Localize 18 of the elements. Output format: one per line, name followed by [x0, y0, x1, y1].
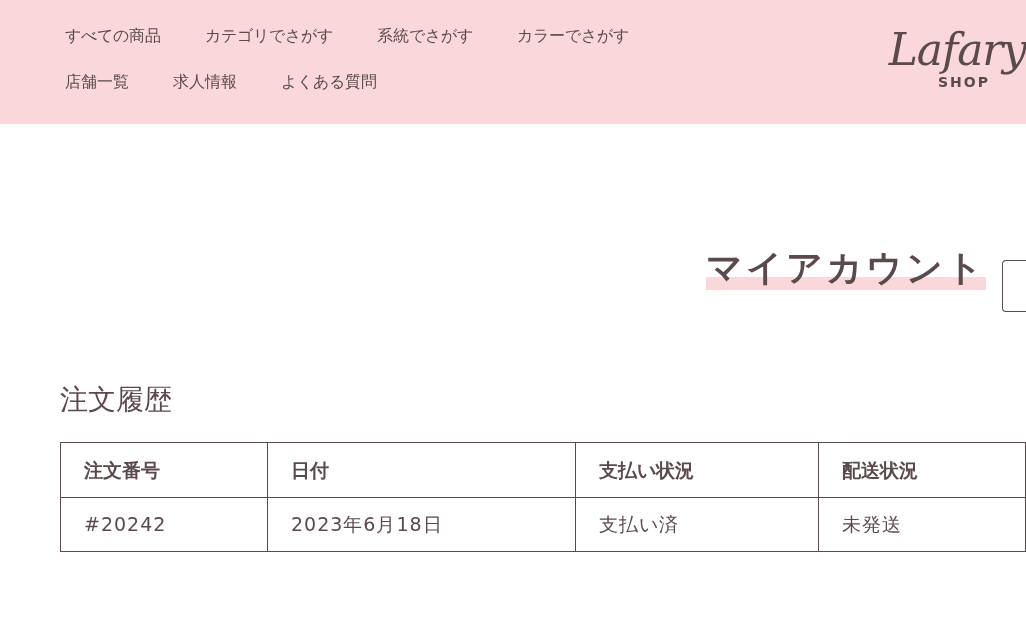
nav-link[interactable]: カラーでさがす — [517, 24, 629, 48]
nav-link[interactable]: すべての商品 — [65, 24, 161, 48]
logo[interactable]: Lafary SHOP — [862, 0, 1026, 124]
nav-link[interactable]: カテゴリでさがす — [205, 24, 333, 48]
table-cell: 未発送 — [818, 497, 1026, 552]
nav-link[interactable]: よくある質問 — [281, 70, 377, 94]
outlined-button[interactable] — [1002, 260, 1026, 312]
table-cell: 2023年6月18日 — [267, 497, 576, 552]
column-header: 配送状況 — [818, 442, 1026, 498]
nav-link[interactable]: 求人情報 — [173, 70, 237, 94]
table-cell: 支払い済 — [575, 497, 819, 552]
table-cell: #20242 — [60, 497, 268, 552]
column-header: 支払い状況 — [575, 442, 819, 498]
nav-link[interactable]: 店舗一覧 — [65, 70, 129, 94]
section-title: 注文履歴 — [60, 382, 173, 418]
column-header: 注文番号 — [60, 442, 268, 498]
column-header: 日付 — [267, 442, 576, 498]
nav-link[interactable]: 系統でさがす — [377, 24, 473, 48]
